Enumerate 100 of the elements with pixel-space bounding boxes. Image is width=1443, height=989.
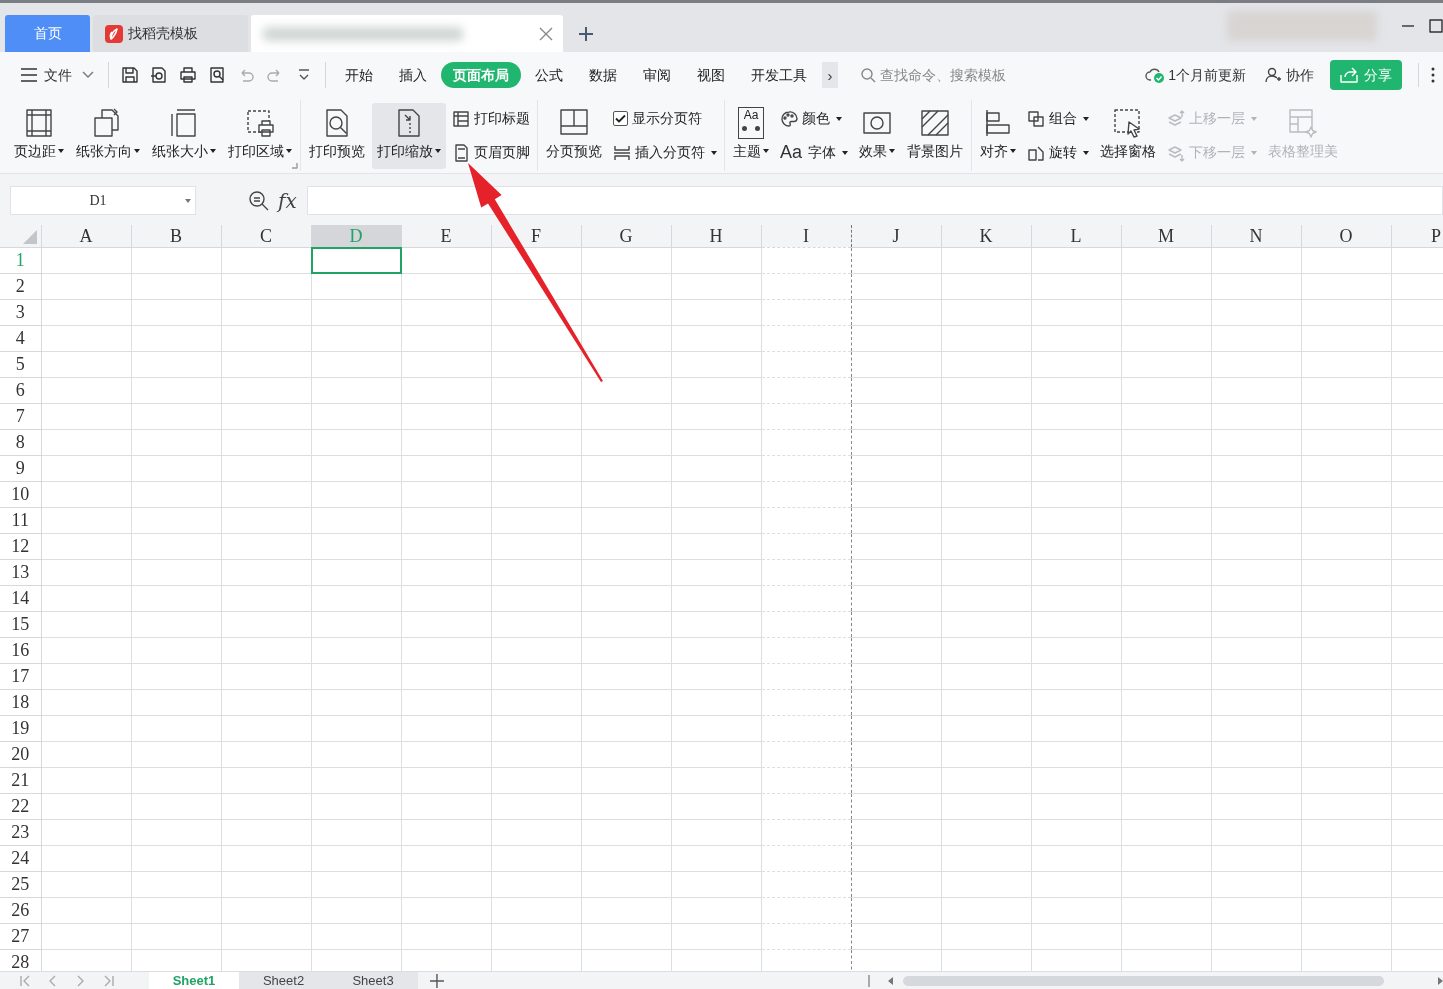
row-header[interactable]: 8 (0, 429, 41, 455)
print-preview-icon[interactable] (208, 66, 226, 84)
column-header[interactable]: I (761, 225, 851, 247)
ribbon-button[interactable]: Aa 主题 (728, 102, 774, 169)
row-header[interactable]: 20 (0, 741, 41, 767)
row-header[interactable]: 26 (0, 897, 41, 923)
ribbon-button[interactable]: 对齐 (975, 102, 1022, 169)
ribbon-tab[interactable]: 数据 (577, 62, 629, 88)
column-header[interactable]: G (581, 225, 671, 247)
name-box[interactable]: D1 (10, 186, 196, 215)
ribbon-button[interactable]: 打印预览 (304, 102, 370, 169)
ribbon-button[interactable]: Aa 字体 (780, 139, 849, 166)
ribbon-button[interactable]: 纸张方向 (71, 102, 145, 169)
row-header[interactable]: 4 (0, 325, 41, 351)
ribbon-button[interactable]: 插入分页符 (613, 139, 717, 166)
zoom-icon[interactable] (248, 189, 270, 212)
more-tabs-button[interactable]: › (822, 62, 838, 88)
first-sheet-icon[interactable] (20, 974, 30, 987)
ribbon-button[interactable]: 分页预览 (541, 102, 607, 169)
sheet-tab[interactable]: Sheet3 (328, 971, 418, 989)
scroll-left-icon[interactable] (887, 976, 893, 985)
row-header[interactable]: 24 (0, 845, 41, 871)
maximize-icon[interactable] (1429, 19, 1443, 33)
file-menu[interactable]: 文件 (18, 60, 96, 90)
row-header[interactable]: 25 (0, 871, 41, 897)
function-label[interactable]: fx (278, 185, 297, 216)
row-header[interactable]: 2 (0, 273, 41, 299)
ribbon-tab[interactable]: 开发工具 (739, 62, 819, 88)
row-header[interactable]: 21 (0, 767, 41, 793)
row-header[interactable]: 13 (0, 559, 41, 585)
margins-icon (23, 106, 55, 139)
selected-cell[interactable] (310, 246, 402, 274)
row-header[interactable]: 11 (0, 507, 41, 533)
row-header[interactable]: 12 (0, 533, 41, 559)
formula-input[interactable] (306, 186, 1443, 215)
search-field[interactable]: 查找命令、搜索模板 (880, 64, 1060, 86)
add-sheet-icon[interactable] (429, 973, 444, 988)
ribbon-button[interactable]: 旋转 (1027, 139, 1090, 166)
collaborate-button[interactable]: 协作 (1264, 64, 1314, 86)
row-header[interactable]: 23 (0, 819, 41, 845)
ribbon-button[interactable]: 颜色 (780, 105, 849, 132)
ribbon-tab[interactable]: 视图 (685, 62, 737, 88)
column-header[interactable]: A (41, 225, 131, 247)
ribbon-button[interactable]: 纸张大小 (147, 102, 221, 169)
next-sheet-icon[interactable] (76, 974, 86, 987)
ribbon-button[interactable]: 页边距 (9, 102, 69, 169)
scrollbar-thumb[interactable] (902, 975, 1384, 986)
row-header[interactable]: 18 (0, 689, 41, 715)
save-icon[interactable] (121, 66, 139, 84)
column-header[interactable]: P (1391, 225, 1443, 247)
group-icon (1027, 109, 1046, 128)
row-header[interactable]: 19 (0, 715, 41, 741)
column-header[interactable]: L (1031, 225, 1121, 247)
row-header[interactable]: 28 (0, 949, 41, 971)
column-header[interactable]: H (671, 225, 761, 247)
menu-icon (20, 68, 38, 82)
window-tab[interactable]: 找稻壳模板 (93, 15, 248, 52)
sheet-tab[interactable]: Sheet2 (238, 971, 329, 989)
column-header[interactable]: J (851, 225, 941, 247)
row-header[interactable]: 5 (0, 351, 41, 377)
row-header[interactable]: 22 (0, 793, 41, 819)
column-header[interactable]: N (1211, 225, 1301, 247)
add-tab-icon[interactable] (578, 25, 594, 42)
dialog-launcher-icon[interactable] (292, 163, 298, 169)
column-header[interactable]: M (1121, 225, 1211, 247)
close-icon[interactable] (539, 26, 553, 41)
more-options-icon[interactable] (1431, 67, 1435, 83)
column-header[interactable]: K (941, 225, 1031, 247)
row-header[interactable]: 15 (0, 611, 41, 637)
row-header[interactable]: 14 (0, 585, 41, 611)
ribbon-button[interactable]: 组合 (1027, 105, 1090, 132)
ribbon-button[interactable]: 打印区域 (223, 102, 297, 169)
ribbon-tab[interactable]: 开始 (333, 62, 385, 88)
column-header[interactable]: C (221, 225, 311, 247)
scroll-right-icon[interactable] (1438, 976, 1443, 985)
row-header[interactable]: 16 (0, 637, 41, 663)
ribbon-tab[interactable]: 公式 (523, 62, 575, 88)
ribbon-button[interactable]: 选择窗格 (1095, 102, 1162, 169)
export-icon[interactable] (150, 66, 168, 84)
previous-sheet-icon[interactable] (48, 974, 58, 987)
row-header[interactable]: 9 (0, 455, 41, 481)
last-sheet-icon[interactable] (104, 974, 114, 987)
ribbon-tab[interactable]: 审阅 (631, 62, 683, 88)
column-header[interactable]: B (131, 225, 221, 247)
ribbon-button[interactable]: 背景图片 (902, 102, 969, 169)
row-header[interactable]: 10 (0, 481, 41, 507)
ribbon-button[interactable]: 打印缩放 (372, 102, 446, 169)
row-header[interactable]: 7 (0, 403, 41, 429)
ribbon-button[interactable]: 页眉页脚 (452, 139, 530, 166)
row-header[interactable]: 3 (0, 299, 41, 325)
row-header[interactable]: 27 (0, 923, 41, 949)
row-header[interactable]: 17 (0, 663, 41, 689)
column-header[interactable]: O (1301, 225, 1391, 247)
checkbox[interactable]: 显示分页符 (613, 105, 717, 132)
ribbon-button[interactable]: 打印标题 (452, 105, 530, 132)
row-header[interactable]: 6 (0, 377, 41, 403)
ribbon-tab[interactable]: 插入 (387, 62, 439, 88)
ribbon-button[interactable]: 效果 (854, 102, 901, 169)
column-header[interactable]: E (401, 225, 491, 247)
print-icon[interactable] (179, 66, 197, 84)
